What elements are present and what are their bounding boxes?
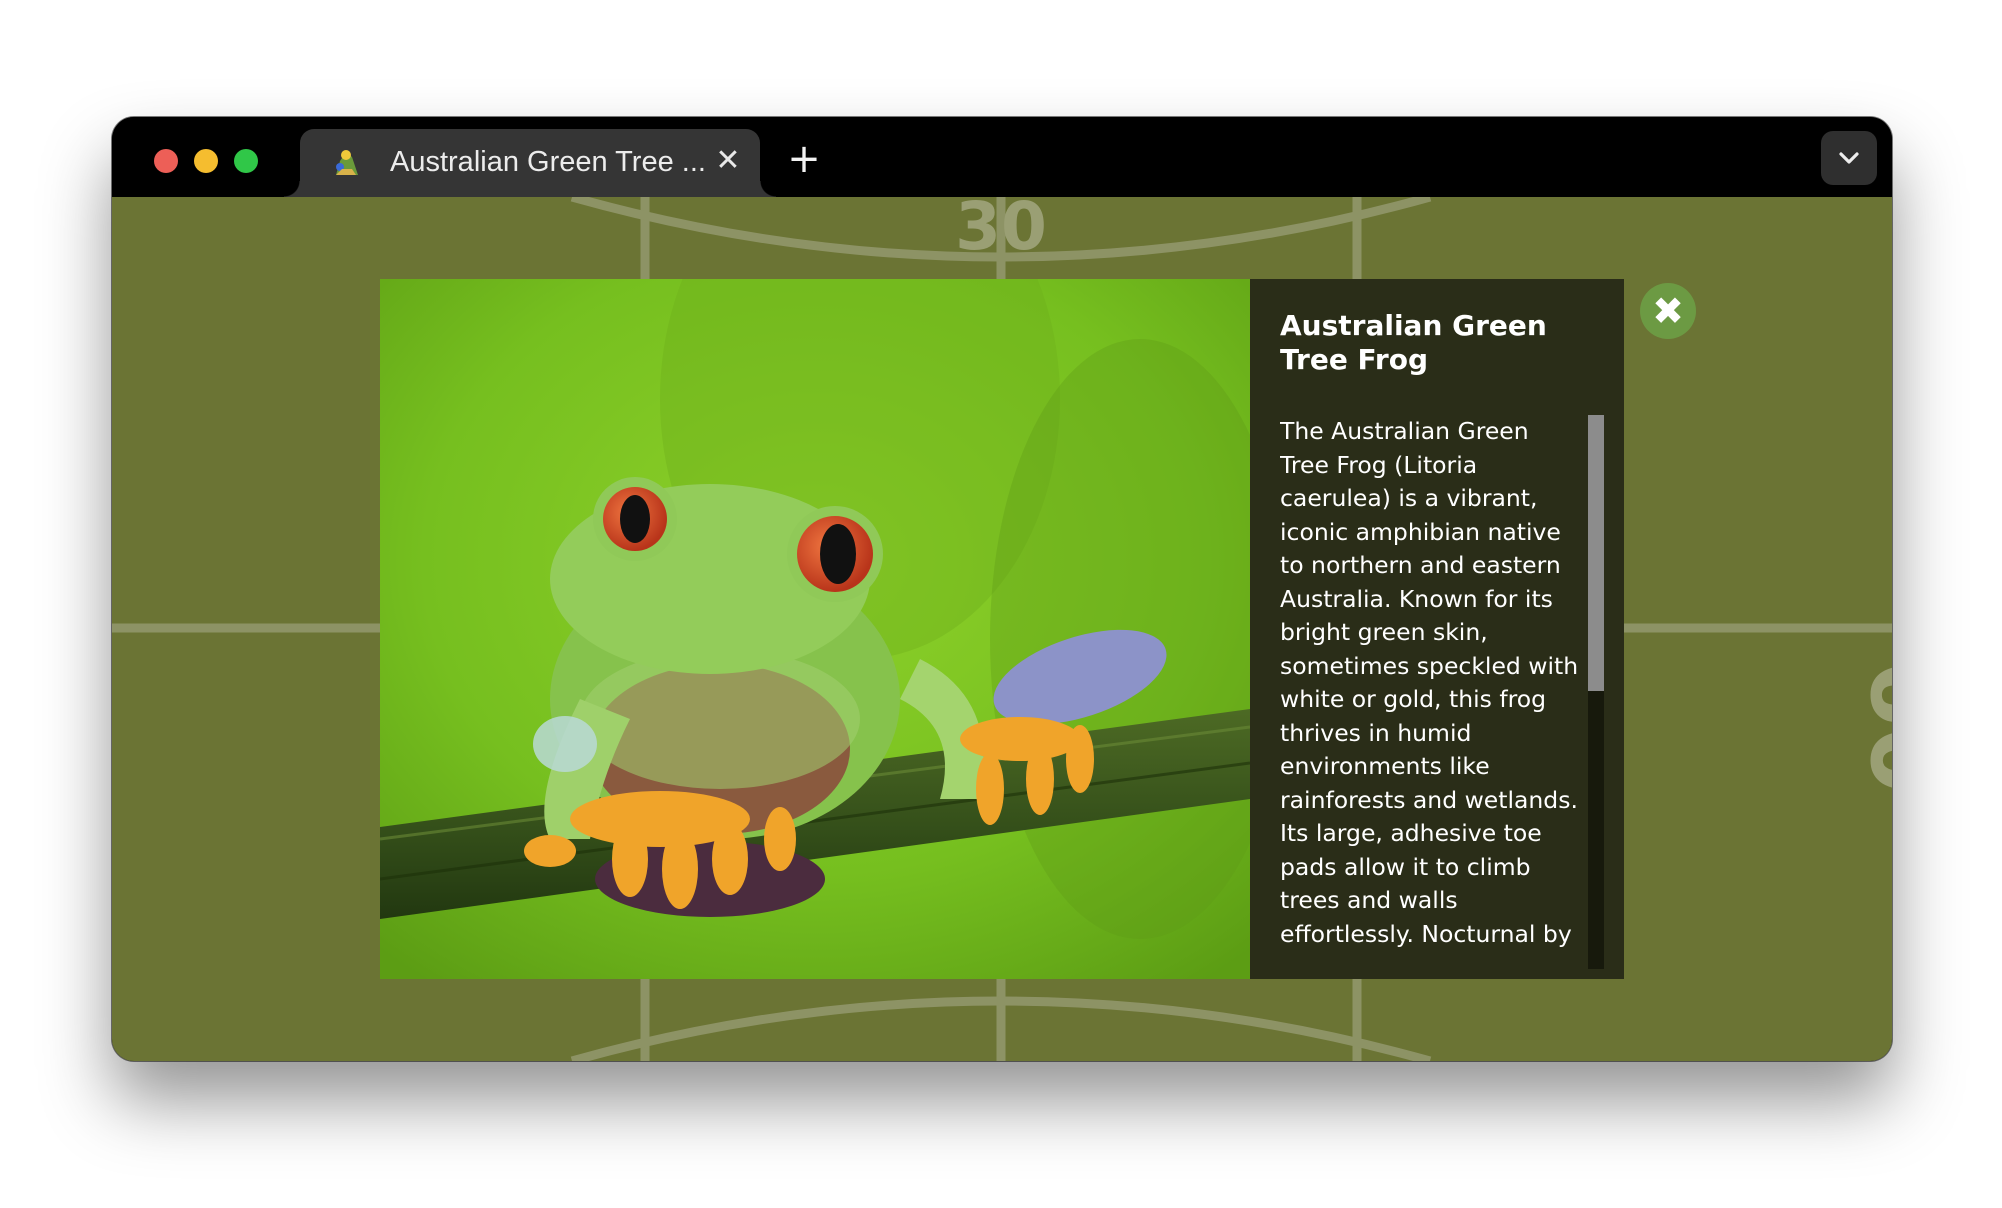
- modal-close-button[interactable]: ✖: [1640, 283, 1696, 339]
- browser-window: Australian Green Tree ... ✕ + 30 60 Aust…: [112, 117, 1892, 1061]
- window-maximize-icon[interactable]: [234, 149, 258, 173]
- window-minimize-icon[interactable]: [194, 149, 218, 173]
- field-number-60: 60: [1849, 660, 1892, 794]
- frog-image-icon: [380, 279, 1250, 979]
- tab-title: Australian Green Tree ...: [390, 146, 706, 178]
- chevron-down-icon: [1839, 152, 1859, 164]
- window-close-icon[interactable]: [154, 149, 178, 173]
- frog-favicon-icon: [336, 150, 358, 175]
- title-bar: Australian Green Tree ... ✕ +: [112, 117, 1892, 197]
- tab-close-icon[interactable]: ✕: [710, 143, 746, 179]
- frog-photo: [380, 279, 1250, 979]
- modal-title: Australian Green Tree Frog: [1280, 309, 1547, 376]
- browser-tab[interactable]: Australian Green Tree ... ✕: [284, 129, 776, 197]
- lightbox-modal: Australian Green Tree Frog The Australia…: [380, 279, 1624, 979]
- tab-search-button[interactable]: [1821, 131, 1877, 185]
- field-number-30: 30: [955, 197, 1047, 265]
- modal-description: The Australian Green Tree Frog (Litoria …: [1280, 417, 1579, 955]
- info-panel: Australian Green Tree Frog The Australia…: [1250, 279, 1624, 979]
- description-scrollbar[interactable]: [1588, 415, 1604, 969]
- scrollbar-thumb[interactable]: [1588, 415, 1604, 691]
- page-content: 30 60 Australian Green Tree Frog The Aus…: [112, 197, 1892, 1061]
- new-tab-button[interactable]: +: [782, 137, 826, 181]
